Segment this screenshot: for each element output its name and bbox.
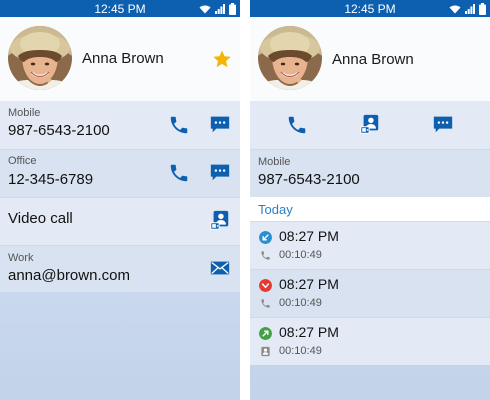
- video-call-icon[interactable]: [359, 113, 381, 135]
- message-icon[interactable]: [209, 113, 231, 135]
- phone-icon[interactable]: [168, 162, 190, 184]
- status-bar: 12:45 PM: [250, 0, 490, 17]
- message-icon[interactable]: [209, 161, 231, 183]
- mobile-number: 987-6543-2100: [258, 171, 360, 188]
- voice-call-icon: [261, 251, 270, 260]
- wifi-icon: [449, 4, 461, 13]
- mobile-row[interactable]: Mobile 987-6543-2100: [250, 150, 490, 197]
- call-duration: 00:10:49: [279, 249, 322, 261]
- office-row[interactable]: Office 12-345-6789: [0, 150, 240, 197]
- call-log-item[interactable]: 08:27 PM 00:10:49: [250, 270, 490, 317]
- battery-icon: [229, 2, 236, 15]
- contact-header: Anna Brown: [0, 17, 240, 101]
- signal-icon: [465, 3, 475, 14]
- call-log-screen: 12:45 PM Anna Brown Mobile 987-6543-2100…: [250, 0, 490, 400]
- status-icons: [199, 2, 236, 15]
- status-icons: [449, 2, 486, 15]
- work-email-row[interactable]: Work anna@brown.com: [0, 246, 240, 292]
- outgoing-call-icon: [259, 327, 272, 340]
- work-label: Work: [8, 252, 34, 264]
- call-log-item[interactable]: 08:27 PM 00:10:49: [250, 318, 490, 365]
- mobile-label: Mobile: [258, 156, 291, 168]
- call-time: 08:27 PM: [279, 276, 339, 292]
- video-call-row[interactable]: Video call: [0, 198, 240, 245]
- call-time: 08:27 PM: [279, 324, 339, 340]
- action-bar: [250, 101, 490, 149]
- contact-name: Anna Brown: [332, 51, 414, 68]
- status-bar: 12:45 PM: [0, 0, 240, 17]
- wifi-icon: [199, 4, 211, 13]
- call-duration: 00:10:49: [279, 345, 322, 357]
- call-log-item[interactable]: 08:27 PM 00:10:49: [250, 222, 490, 269]
- phone-icon[interactable]: [168, 114, 190, 136]
- call-duration: 00:10:49: [279, 297, 322, 309]
- mobile-row[interactable]: Mobile 987-6543-2100: [0, 101, 240, 149]
- section-header-today: Today: [250, 197, 490, 221]
- office-number: 12-345-6789: [8, 171, 94, 188]
- work-email: anna@brown.com: [8, 267, 130, 284]
- signal-icon: [215, 3, 225, 14]
- contact-header: Anna Brown: [250, 17, 490, 101]
- video-call-icon[interactable]: [209, 209, 231, 231]
- email-icon[interactable]: [209, 257, 231, 279]
- contact-name: Anna Brown: [82, 50, 164, 67]
- contact-detail-screen: 12:45 PM Anna Brown Mobile 987-6543-2100…: [0, 0, 240, 400]
- mobile-number: 987-6543-2100: [8, 122, 110, 139]
- voice-call-icon: [261, 299, 270, 308]
- office-label: Office: [8, 155, 37, 167]
- battery-icon: [479, 2, 486, 15]
- message-icon[interactable]: [432, 113, 454, 135]
- avatar: [8, 26, 72, 90]
- video-call-label: Video call: [8, 210, 73, 227]
- incoming-call-icon: [259, 231, 272, 244]
- section-title: Today: [258, 202, 293, 217]
- avatar: [258, 26, 322, 90]
- phone-icon[interactable]: [286, 114, 308, 136]
- video-call-log-icon: [261, 346, 270, 357]
- missed-call-icon: [259, 279, 272, 292]
- favorite-star-icon[interactable]: [212, 49, 232, 69]
- mobile-label: Mobile: [8, 107, 41, 119]
- call-time: 08:27 PM: [279, 228, 339, 244]
